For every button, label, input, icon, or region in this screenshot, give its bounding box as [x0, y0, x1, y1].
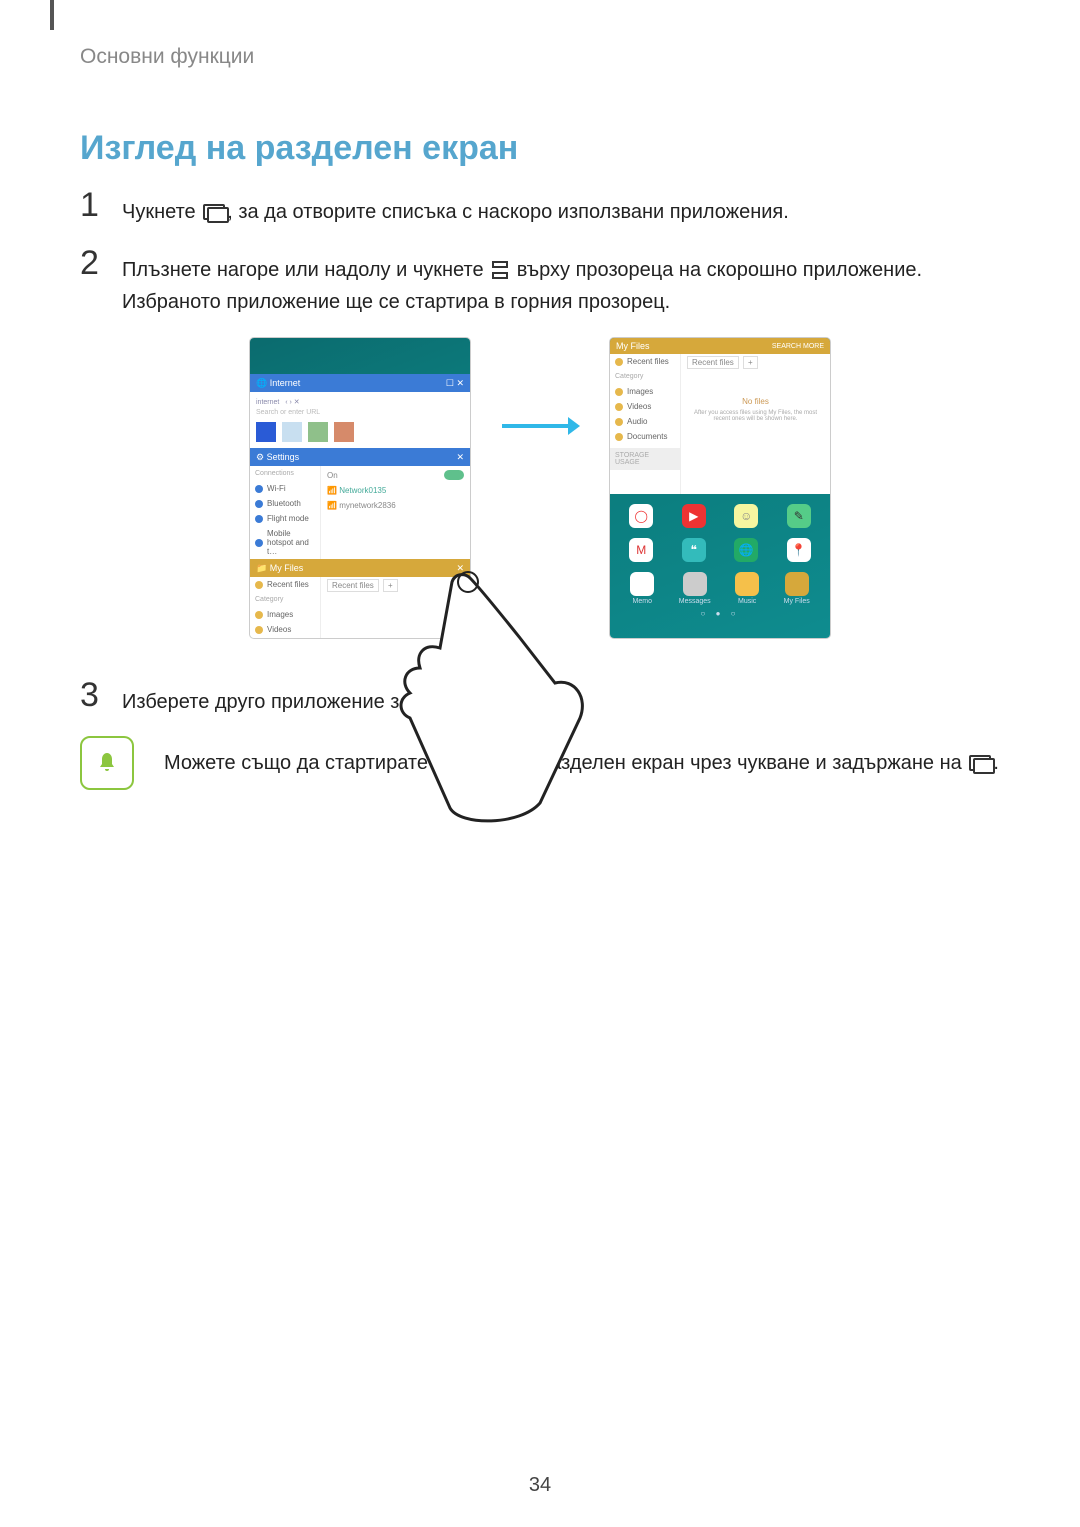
- wifi-toggle: [444, 470, 464, 480]
- header-tick: [50, 0, 54, 30]
- nav-item: Flight mode: [250, 511, 320, 526]
- card-settings: ⚙ Settings ✕ Connections Wi-FiBluetoothF…: [250, 448, 470, 559]
- nav-heading: Connections: [250, 466, 320, 481]
- nav-item: Videos: [610, 399, 680, 414]
- hint-text: After you access files using My Files, t…: [687, 410, 824, 422]
- step-text: Изберете друго приложение за стартиране.: [122, 678, 527, 718]
- card-myfiles: 📁 My Files ✕ Recent files Category Image…: [250, 559, 470, 638]
- split-view-icon: [492, 261, 508, 279]
- card-title: 📁 My Files: [256, 563, 303, 574]
- step-number: 1: [80, 188, 122, 222]
- recent-apps-icon: [969, 755, 991, 771]
- nav-item: Documents: [610, 429, 680, 444]
- close-icon: ✕: [456, 452, 464, 463]
- step-text: Избраното приложение ще се стартира в го…: [122, 291, 670, 313]
- step-text: , за да отворите списъка с наскоро изпол…: [227, 201, 789, 223]
- dock-app: Music: [735, 572, 759, 605]
- nav-heading: Category: [610, 369, 680, 384]
- card-actions: ☐ ✕: [446, 378, 464, 389]
- nav-item: Images: [610, 384, 680, 399]
- step-1: 1 Чукнете , за да отворите списъка с нас…: [80, 188, 1000, 228]
- net: mynetwork2836: [339, 501, 395, 510]
- card-title: ⚙ Settings: [256, 452, 299, 463]
- tab: Recent files: [327, 579, 379, 592]
- recent-label: Recent files: [267, 580, 309, 589]
- thumb: [308, 422, 328, 442]
- card-internet: 🌐 Internet ☐ ✕ internet ‹ › ✕ Search or …: [250, 374, 470, 448]
- page-title: Изглед на разделен екран: [80, 129, 1000, 168]
- step-text: върху прозореца на скорошно приложение.: [517, 259, 922, 281]
- card-title: My Files: [616, 341, 650, 351]
- device-left: 🌐 Internet ☐ ✕ internet ‹ › ✕ Search or …: [250, 338, 470, 638]
- step-number: 2: [80, 246, 122, 280]
- thumb: [256, 422, 276, 442]
- nav-item: Videos: [250, 622, 320, 637]
- app-icon: ▶: [682, 504, 706, 528]
- nav-item: Mobile hotspot and t…: [250, 526, 320, 559]
- tip-row: Можете също да стартирате изгледа на раз…: [80, 736, 1000, 790]
- thumb: [334, 422, 354, 442]
- tip-badge-icon: [80, 736, 134, 790]
- nav-item: Wi-Fi: [250, 481, 320, 496]
- page-dots: ○ ● ○: [610, 605, 830, 622]
- step-number: 3: [80, 678, 122, 712]
- step-3: 3 Изберете друго приложение за стартиран…: [80, 678, 1000, 718]
- nav-item: Audio: [250, 637, 320, 638]
- tab-add: +: [383, 579, 398, 592]
- app-icon: ☺: [734, 504, 758, 528]
- app-icon: 📍: [787, 538, 811, 562]
- card-title: 🌐 Internet: [256, 378, 300, 389]
- dock-app: Memo: [630, 572, 654, 605]
- step-2: 2 Плъзнете нагоре или надолу и чукнете в…: [80, 246, 1000, 318]
- illustration-row: 🌐 Internet ☐ ✕ internet ‹ › ✕ Search or …: [80, 338, 1000, 638]
- recent-label: Recent files: [627, 357, 669, 366]
- no-files: No files: [687, 397, 824, 406]
- nav-heading: Category: [250, 592, 320, 607]
- toolbar-right: SEARCH MORE: [772, 343, 824, 350]
- wifi-on: On: [327, 471, 338, 480]
- step-text: Чукнете: [122, 201, 201, 223]
- step-text: Плъзнете нагоре или надолу и чукнете: [122, 259, 489, 281]
- dock-row: Memo Messages Music My Files: [610, 572, 830, 605]
- breadcrumb: Основни функции: [80, 45, 1000, 69]
- search-ph: Search or enter URL: [256, 409, 464, 416]
- app-icon: ❝: [682, 538, 706, 562]
- app-icon: ✎: [787, 504, 811, 528]
- storage-label: STORAGE USAGE: [610, 448, 680, 470]
- close-icon: ✕: [456, 563, 464, 574]
- device-right: My Files SEARCH MORE Recent files Catego…: [610, 338, 830, 638]
- dock-app: Messages: [679, 572, 711, 605]
- thumb: [282, 422, 302, 442]
- dock-app: My Files: [784, 572, 810, 605]
- app-icon: ◯: [629, 504, 653, 528]
- home-apps-grid: ◯ ▶ ☺ ✎ M ❝ 🌐 📍: [610, 494, 830, 572]
- tab: Recent files: [687, 356, 739, 369]
- nav-item: Images: [250, 607, 320, 622]
- arrow-icon: [500, 411, 580, 446]
- page-number: 34: [0, 1474, 1080, 1497]
- tip-text: Можете също да стартирате изгледа на раз…: [164, 752, 967, 774]
- nav-item: Audio: [610, 414, 680, 429]
- app-icon: M: [629, 538, 653, 562]
- recent-apps-icon: [203, 204, 225, 220]
- nav-item: Bluetooth: [250, 496, 320, 511]
- app-icon: 🌐: [734, 538, 758, 562]
- tab-add: +: [743, 356, 758, 369]
- net: Network0135: [339, 486, 386, 495]
- addr-label: internet ‹ › ✕: [256, 398, 464, 406]
